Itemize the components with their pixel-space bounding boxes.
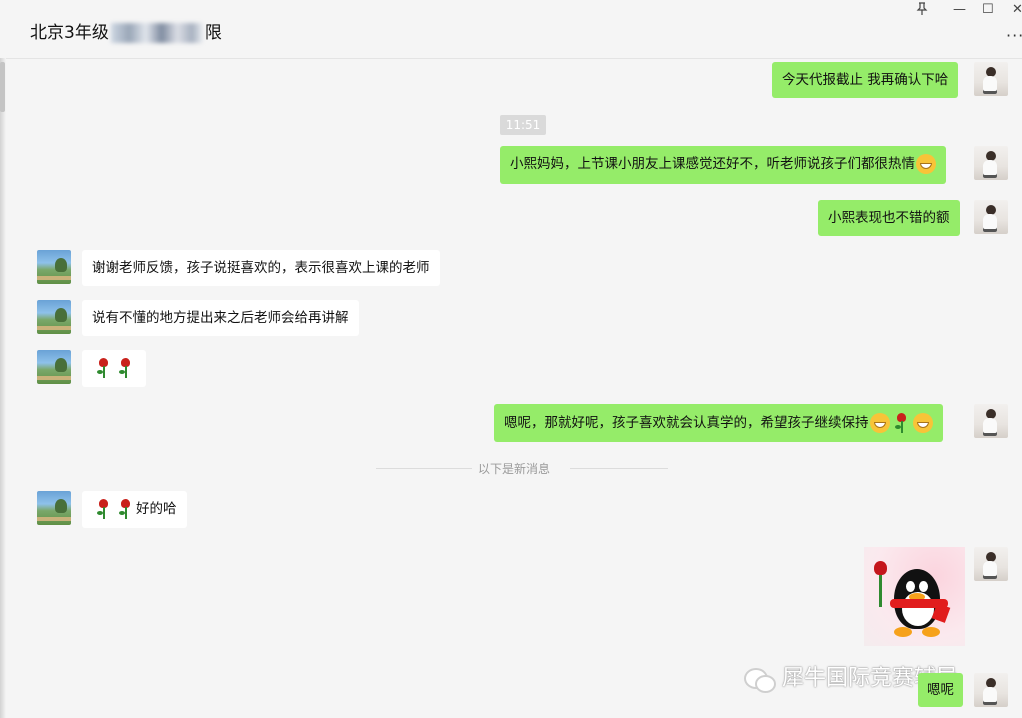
sent-message-bubble[interactable]: 小熙妈妈，上节课小朋友上课感觉还好不，听老师说孩子们都很热情 bbox=[500, 146, 946, 184]
sent-message-bubble[interactable]: 今天代报截止 我再确认下哈 bbox=[772, 62, 959, 98]
maximize-button[interactable]: ☐ bbox=[982, 2, 994, 17]
close-button[interactable]: ✕ bbox=[1012, 2, 1022, 17]
contact-avatar[interactable] bbox=[37, 491, 71, 525]
received-message-bubble[interactable]: 好的哈 bbox=[82, 491, 187, 528]
minimize-button[interactable]: — bbox=[953, 2, 966, 17]
rose-emoji-icon bbox=[94, 357, 112, 379]
divider-line-left bbox=[376, 468, 472, 469]
new-messages-divider-label: 以下是新消息 bbox=[478, 462, 551, 476]
wechat-logo-icon bbox=[744, 666, 776, 693]
message-text: 嗯呢，那就好呢，孩子喜欢就会认真学的，希望孩子继续保持 bbox=[504, 415, 869, 431]
rose-emoji-icon bbox=[892, 412, 910, 434]
grin-emoji-icon bbox=[869, 413, 890, 433]
message-text: 小熙妈妈，上节课小朋友上课感觉还好不，听老师说孩子们都很热情 bbox=[510, 156, 915, 172]
rose-emoji-icon bbox=[116, 498, 134, 520]
message-text: 谢谢老师反馈，孩子说挺喜欢的，表示很喜欢上课的老师 bbox=[92, 260, 430, 276]
chat-title-prefix: 北京3年级 bbox=[30, 23, 109, 43]
message-text: 好的哈 bbox=[136, 501, 177, 517]
received-message-bubble[interactable] bbox=[82, 350, 146, 387]
panel-edge bbox=[0, 58, 6, 718]
received-message-bubble[interactable]: 说有不懂的地方提出来之后老师会给再讲解 bbox=[82, 300, 359, 336]
contact-avatar[interactable] bbox=[37, 350, 71, 384]
message-text: 今天代报截止 我再确认下哈 bbox=[782, 72, 949, 88]
my-avatar[interactable] bbox=[974, 673, 1008, 707]
penguin-sticker[interactable] bbox=[864, 547, 965, 646]
chat-title: 北京3年级 限 bbox=[30, 18, 222, 43]
chat-header: 北京3年级 限 — ☐ ✕ ··· bbox=[0, 0, 1022, 59]
my-avatar[interactable] bbox=[974, 146, 1008, 180]
contact-avatar[interactable] bbox=[37, 250, 71, 284]
timestamp-badge: 11:51 bbox=[500, 115, 546, 135]
scrollbar-thumb[interactable] bbox=[0, 62, 5, 112]
received-message-bubble[interactable]: 谢谢老师反馈，孩子说挺喜欢的，表示很喜欢上课的老师 bbox=[82, 250, 440, 286]
sent-message-bubble[interactable]: 小熙表现也不错的额 bbox=[818, 200, 960, 236]
message-text: 小熙表现也不错的额 bbox=[828, 210, 950, 226]
sent-message-bubble[interactable]: 嗯呢，那就好呢，孩子喜欢就会认真学的，希望孩子继续保持 bbox=[494, 404, 943, 442]
rose-emoji-icon bbox=[94, 498, 112, 520]
rose-emoji-icon bbox=[116, 357, 134, 379]
my-avatar[interactable] bbox=[974, 547, 1008, 581]
divider-line-right bbox=[570, 468, 668, 469]
my-avatar[interactable] bbox=[974, 404, 1008, 438]
contact-avatar[interactable] bbox=[37, 300, 71, 334]
grin-emoji-icon bbox=[916, 154, 936, 174]
sent-message-bubble[interactable]: 嗯呢 bbox=[918, 673, 963, 707]
blush-emoji-icon bbox=[912, 413, 933, 433]
message-text: 嗯呢 bbox=[927, 682, 954, 698]
my-avatar[interactable] bbox=[974, 200, 1008, 234]
more-options-icon[interactable]: ··· bbox=[1006, 26, 1022, 45]
message-text: 说有不懂的地方提出来之后老师会给再讲解 bbox=[92, 310, 349, 326]
chat-title-suffix: 限 bbox=[204, 23, 222, 43]
blurred-title-redaction bbox=[110, 23, 203, 43]
pin-icon[interactable] bbox=[916, 2, 928, 20]
my-avatar[interactable] bbox=[974, 62, 1008, 96]
